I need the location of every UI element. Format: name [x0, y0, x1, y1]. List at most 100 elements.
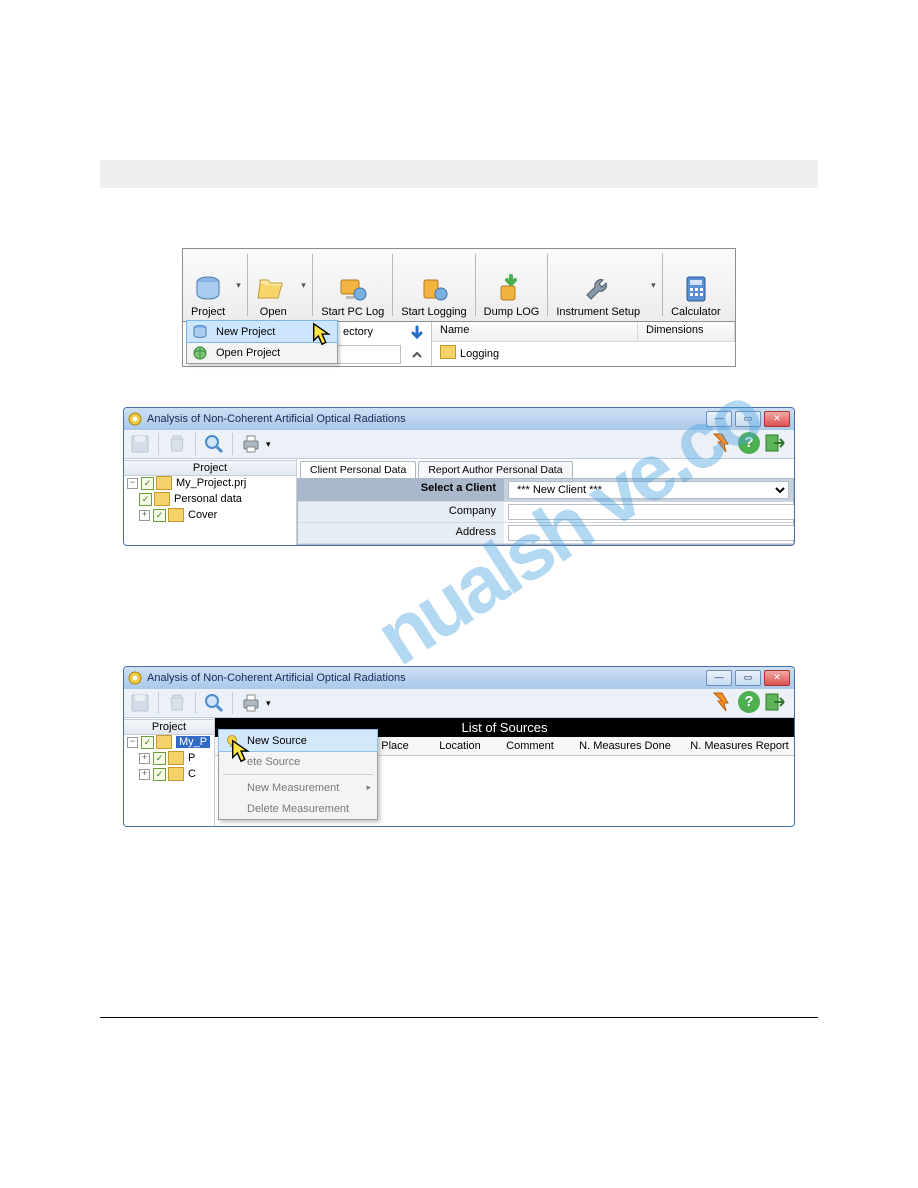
column-dimensions[interactable]: Dimensions [638, 322, 735, 341]
database-icon [191, 272, 225, 306]
select-client[interactable]: *** New Client *** [508, 481, 789, 499]
col-measures-done[interactable]: N. Measures Done [565, 737, 685, 755]
minimize-button[interactable]: — [706, 411, 732, 427]
form-panel: Select a Client *** New Client *** Compa… [297, 478, 794, 545]
arrow-down-blue-icon[interactable] [409, 325, 425, 341]
minimize-button[interactable]: — [706, 670, 732, 686]
database-small-icon [192, 324, 208, 340]
window-toolbar: ▾ ? [124, 430, 794, 459]
page-header-bar [100, 160, 818, 188]
help-icon[interactable]: ? [738, 691, 760, 713]
tree-label: P [188, 752, 195, 764]
toolbar-dump-log[interactable]: Dump LOG [476, 249, 548, 321]
input-address[interactable] [508, 525, 795, 541]
lightning-icon[interactable] [708, 691, 734, 713]
checkbox-icon[interactable]: ✓ [153, 768, 166, 781]
tree-node-p[interactable]: + ✓ P [124, 750, 214, 766]
file-row-logging[interactable]: Logging [432, 342, 735, 363]
toolbar-label: Calculator [671, 306, 721, 318]
separator [158, 433, 159, 455]
menu-label: New Project [216, 326, 275, 338]
globe-open-icon [192, 345, 208, 361]
label-company: Company [298, 502, 504, 523]
folder-icon [168, 767, 184, 781]
exit-icon[interactable] [764, 691, 788, 713]
toolbar-label: Start Logging [401, 306, 466, 318]
dropdown-arrow-icon[interactable]: ▾ [266, 698, 271, 709]
tab-author-personal[interactable]: Report Author Personal Data [418, 461, 572, 478]
label-select-client: Select a Client [298, 479, 504, 502]
toolbar-instrument-setup[interactable]: Instrument Setup [548, 249, 648, 321]
collapse-icon[interactable]: − [127, 737, 138, 748]
save-icon [129, 692, 151, 714]
tree-personal-data[interactable]: ✓ Personal data [124, 491, 296, 507]
col-location[interactable]: Location [425, 737, 495, 755]
print-icon[interactable] [240, 692, 262, 714]
toolbar-start-logging[interactable]: Start Logging [393, 249, 474, 321]
zoom-icon[interactable] [203, 692, 225, 714]
toolbar-calculator[interactable]: Calculator [663, 249, 729, 321]
checkbox-icon[interactable]: ✓ [153, 752, 166, 765]
folder-icon [156, 735, 172, 749]
figure-toolbar: Project ▾ Open ▾ Start PC Log Start Logg… [182, 248, 736, 367]
checkbox-icon[interactable]: ✓ [153, 509, 166, 522]
exit-icon[interactable] [764, 432, 788, 454]
checkbox-icon[interactable]: ✓ [141, 736, 154, 749]
tree-header: Project [123, 719, 215, 735]
toolbar-start-pc-log[interactable]: Start PC Log [313, 249, 392, 321]
maximize-button[interactable]: ▭ [735, 670, 761, 686]
submenu-arrow-icon: ▸ [366, 782, 371, 793]
calculator-icon [679, 272, 713, 306]
dropdown-arrow-icon[interactable]: ▾ [266, 439, 271, 450]
input-company[interactable] [508, 504, 795, 520]
close-button[interactable]: ✕ [764, 670, 790, 686]
window-toolbar: ▾ ? [124, 689, 794, 718]
help-icon[interactable]: ? [738, 432, 760, 454]
pc-log-icon [336, 272, 370, 306]
cursor-arrow-icon [228, 739, 256, 765]
dropdown-arrow-icon[interactable]: ▾ [233, 280, 247, 291]
close-button[interactable]: ✕ [764, 411, 790, 427]
checkbox-icon[interactable]: ✓ [139, 493, 152, 506]
tree-header: Project [123, 460, 297, 476]
trash-icon [166, 692, 188, 714]
arrow-up-small-icon[interactable] [409, 347, 425, 363]
collapse-icon[interactable]: − [127, 478, 138, 489]
tree-node-c[interactable]: + ✓ C [124, 766, 214, 782]
tree-label: My_Project.prj [176, 477, 246, 489]
tree-cover[interactable]: + ✓ Cover [124, 507, 296, 523]
tree-root[interactable]: − ✓ My_P [124, 734, 214, 750]
title-bar: Analysis of Non-Coherent Artificial Opti… [124, 408, 794, 430]
tabs: Client Personal Data Report Author Perso… [297, 459, 794, 478]
checkbox-icon[interactable]: ✓ [141, 477, 154, 490]
logging-icon [417, 272, 451, 306]
col-comment[interactable]: Comment [495, 737, 565, 755]
toolbar-project[interactable]: Project [183, 249, 233, 321]
ctx-label: New Measurement [247, 782, 339, 794]
folder-icon [156, 476, 172, 490]
tree-root[interactable]: − ✓ My_Project.prj [124, 475, 296, 491]
tree-label: Personal data [174, 493, 242, 505]
dump-log-icon [494, 272, 528, 306]
expand-icon[interactable]: + [139, 753, 150, 764]
toolbar-label: Start PC Log [321, 306, 384, 318]
expand-icon[interactable]: + [139, 769, 150, 780]
separator [232, 433, 233, 455]
toolbar-open[interactable]: Open [248, 249, 298, 321]
dropdown-arrow-icon[interactable]: ▾ [298, 280, 312, 291]
expand-icon[interactable]: + [139, 510, 150, 521]
print-icon[interactable] [240, 433, 262, 455]
lightning-icon[interactable] [708, 432, 734, 454]
col-measures-report[interactable]: N. Measures Report [685, 737, 794, 755]
file-name: Logging [460, 348, 499, 360]
maximize-button[interactable]: ▭ [735, 411, 761, 427]
title-bar: Analysis of Non-Coherent Artificial Opti… [124, 667, 794, 689]
toolbar-label: Open [260, 306, 287, 318]
tab-client-personal[interactable]: Client Personal Data [300, 461, 416, 478]
window-title: Analysis of Non-Coherent Artificial Opti… [147, 672, 406, 684]
blank-icon [224, 780, 240, 796]
dropdown-arrow-icon[interactable]: ▾ [648, 280, 662, 291]
wrench-icon [581, 272, 615, 306]
zoom-icon[interactable] [203, 433, 225, 455]
column-name[interactable]: Name [432, 322, 638, 341]
